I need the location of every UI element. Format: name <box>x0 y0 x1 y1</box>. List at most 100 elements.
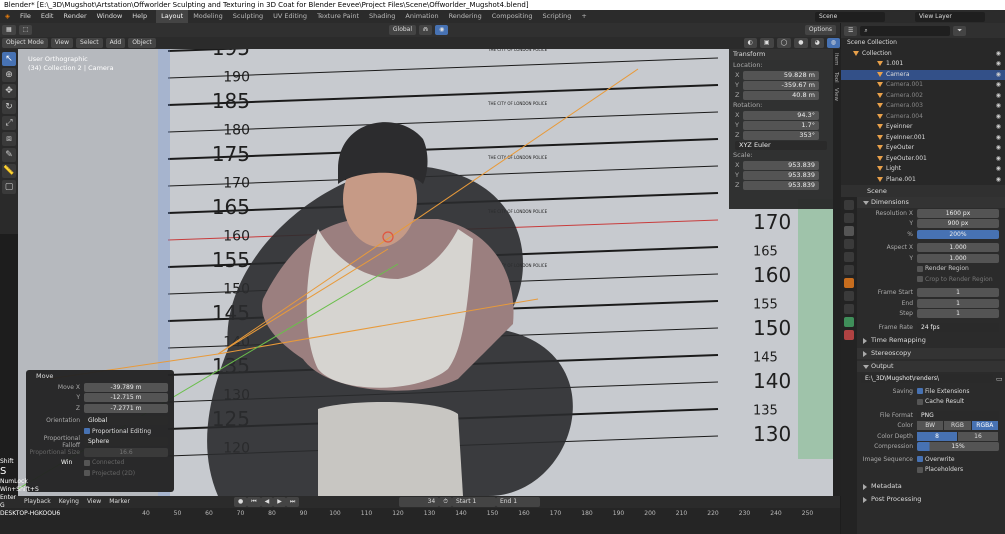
visibility-eye-icon[interactable]: ◉ <box>996 154 1001 165</box>
tab-sculpting[interactable]: Sculpting <box>228 10 268 23</box>
resolution-y-field[interactable]: 900 px <box>917 219 999 229</box>
mode-dropdown[interactable]: Object Mode <box>2 38 48 48</box>
post-processing-section[interactable]: Post Processing <box>857 494 1005 505</box>
play-reverse-icon[interactable]: ◀ <box>260 497 274 507</box>
depth-16-button[interactable]: 16 <box>958 431 998 441</box>
move-z-field[interactable]: -7.2771 m <box>84 403 168 413</box>
transform-tool-icon[interactable]: ⧈ <box>2 132 16 146</box>
data-tab-icon[interactable] <box>844 317 854 327</box>
outliner-item[interactable]: Camera.002 ◉ <box>841 91 1005 102</box>
menu-window[interactable]: Window <box>92 10 128 23</box>
shading-material-icon[interactable]: ◕ <box>810 38 824 48</box>
frame-start-field[interactable]: 1 <box>917 288 999 298</box>
move-tool-icon[interactable]: ✥ <box>2 84 16 98</box>
visibility-eye-icon[interactable]: ◉ <box>996 91 1001 102</box>
projected-checkbox[interactable]: Projected (2D) <box>84 470 135 477</box>
visibility-eye-icon[interactable]: ◉ <box>996 80 1001 91</box>
constraints-tab-icon[interactable] <box>844 304 854 314</box>
object-tab-icon[interactable] <box>844 278 854 288</box>
shading-solid-icon[interactable]: ● <box>794 38 808 48</box>
shading-wire-icon[interactable]: ◯ <box>776 38 792 48</box>
cursor-tool-icon[interactable]: ⊕ <box>2 68 16 82</box>
output-section[interactable]: Output <box>857 360 1005 372</box>
tab-view[interactable]: View <box>833 88 839 101</box>
timeline-menu-marker[interactable]: Marker <box>105 497 134 507</box>
overlay-icon[interactable]: ◐ <box>743 38 757 48</box>
orientation-dropdown[interactable]: Global <box>388 25 417 35</box>
render-tab-icon[interactable] <box>844 213 854 223</box>
outliner-item[interactable]: Camera.001 ◉ <box>841 80 1005 91</box>
scene-collection-row[interactable]: Scene Collection <box>841 38 1005 49</box>
annotate-tool-icon[interactable]: ✎ <box>2 148 16 162</box>
options-dropdown[interactable]: Options <box>804 25 837 35</box>
menu-render[interactable]: Render <box>58 10 91 23</box>
select-mode-icon[interactable]: ⬚ <box>18 25 33 35</box>
visibility-eye-icon[interactable]: ◉ <box>996 49 1001 60</box>
frame-end-field[interactable]: 1 <box>917 298 999 308</box>
move-x-field[interactable]: -39.789 m <box>84 382 168 392</box>
prop-size-field[interactable]: 16.6 <box>84 447 168 457</box>
snap-icon[interactable]: ⋒ <box>419 25 433 35</box>
proportional-editing-checkbox[interactable]: Proportional Editing <box>84 428 151 435</box>
time-remapping-section[interactable]: Time Remapping <box>857 335 1005 346</box>
menu-help[interactable]: Help <box>127 10 152 23</box>
view-layer-selector[interactable]: View Layer <box>915 11 985 22</box>
outliner-item[interactable]: EyeInner.001 ◉ <box>841 133 1005 144</box>
render-region-checkbox[interactable]: Render Region <box>917 265 969 272</box>
cache-result-checkbox[interactable]: Cache Result <box>917 398 964 405</box>
rotation-z-field[interactable]: 353° <box>743 130 819 140</box>
frame-step-field[interactable]: 1 <box>917 309 999 319</box>
blender-logo-icon[interactable]: ◈ <box>0 10 15 23</box>
dimensions-section[interactable]: Dimensions <box>857 197 1005 208</box>
outliner-item[interactable]: EyeOuter.001 ◉ <box>841 154 1005 165</box>
physics-tab-icon[interactable] <box>844 291 854 301</box>
transform-header[interactable]: Transform <box>729 49 833 60</box>
aspect-y-field[interactable]: 1.000 <box>917 253 999 263</box>
outliner-editor-icon[interactable]: ☰ <box>844 25 858 36</box>
rotation-x-field[interactable]: 94.3° <box>743 110 819 120</box>
shading-rendered-icon[interactable]: ◍ <box>826 38 840 48</box>
location-z-field[interactable]: 40.8 m <box>743 90 819 100</box>
menu-file[interactable]: File <box>15 10 36 23</box>
orientation-select[interactable]: Global <box>84 416 168 426</box>
visibility-eye-icon[interactable]: ◉ <box>996 122 1001 133</box>
overwrite-checkbox[interactable]: Overwrite <box>917 456 955 463</box>
visibility-eye-icon[interactable]: ◉ <box>996 164 1001 175</box>
connected-checkbox[interactable]: Connected <box>84 459 124 466</box>
aspect-x-field[interactable]: 1.000 <box>917 243 999 253</box>
scene-tab-icon[interactable] <box>844 252 854 262</box>
end-frame-field[interactable]: End 1 <box>495 497 540 507</box>
resolution-x-field[interactable]: 1600 px <box>917 208 999 218</box>
record-icon[interactable]: ● <box>233 497 248 507</box>
world-tab-icon[interactable] <box>844 265 854 275</box>
tab-item[interactable]: Item <box>833 53 839 66</box>
tab-texture-paint[interactable]: Texture Paint <box>312 10 364 23</box>
output-path-input[interactable]: E:\_3D\Mugshot\renders\ <box>861 374 993 384</box>
depth-8-button[interactable]: 8 <box>917 431 957 441</box>
tab-uv-editing[interactable]: UV Editing <box>268 10 312 23</box>
tab-tool[interactable]: Tool <box>833 72 839 83</box>
tab-rendering[interactable]: Rendering <box>444 10 487 23</box>
timeline-menu-keying[interactable]: Keying <box>55 497 83 507</box>
outliner-item[interactable]: EyeOuter ◉ <box>841 143 1005 154</box>
outliner-item[interactable]: Light ◉ <box>841 164 1005 175</box>
timeline-ruler[interactable]: 40 50 60 70 80 90 100 110 120 130 140 150 160 170 180 1… <box>130 510 840 522</box>
visibility-eye-icon[interactable]: ◉ <box>996 143 1001 154</box>
visibility-eye-icon[interactable]: ◉ <box>996 59 1001 70</box>
frame-rate-select[interactable]: 24 fps <box>917 322 999 332</box>
view-layer-tab-icon[interactable] <box>844 239 854 249</box>
filter-icon[interactable]: ⏷ <box>953 25 967 36</box>
stereoscopy-section[interactable]: Stereoscopy <box>857 347 1005 359</box>
scale-tool-icon[interactable]: ⤢ <box>2 116 16 130</box>
rotate-tool-icon[interactable]: ↻ <box>2 100 16 114</box>
play-icon[interactable]: ▶ <box>273 497 286 507</box>
jump-start-icon[interactable]: ⏮ <box>247 497 261 507</box>
location-y-field[interactable]: -359.67 m <box>743 80 819 90</box>
tab-shading[interactable]: Shading <box>364 10 400 23</box>
outliner-item[interactable]: 1.001 ◉ <box>841 59 1005 70</box>
jump-end-icon[interactable]: ⏭ <box>285 497 300 507</box>
move-y-field[interactable]: -12.715 m <box>84 393 168 403</box>
rotation-y-field[interactable]: 1.7° <box>743 120 819 130</box>
rotation-mode-dropdown[interactable]: XYZ Euler <box>735 140 827 150</box>
add-cube-tool-icon[interactable]: ▢ <box>2 180 16 194</box>
